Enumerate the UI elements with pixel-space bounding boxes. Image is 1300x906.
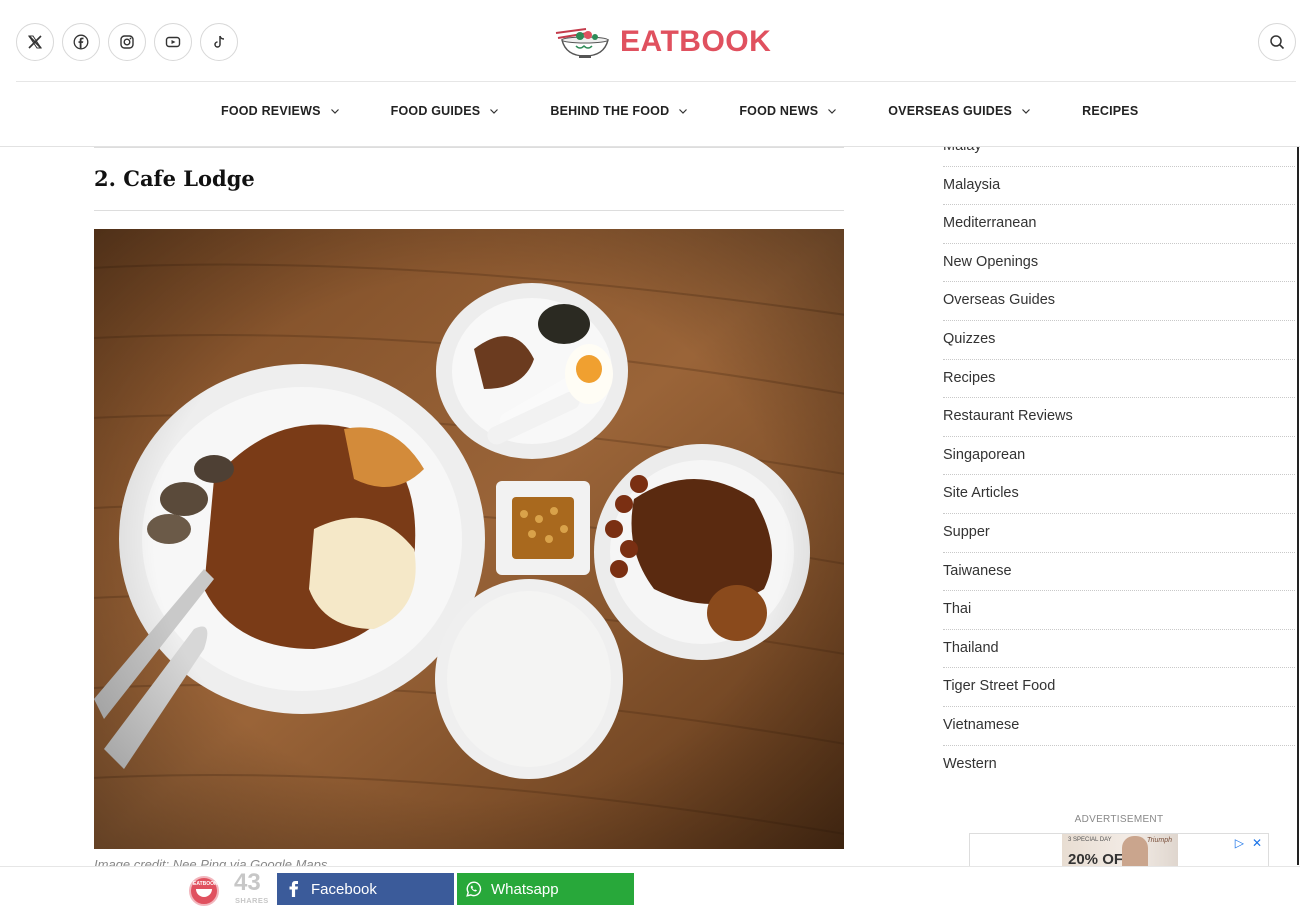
share-count-label: SHARES xyxy=(235,896,269,905)
advertisement-label: ADVERTISEMENT xyxy=(1074,814,1164,825)
share-count: 43 xyxy=(234,869,261,896)
ad-controls: ▷ ✕ xyxy=(1235,836,1262,850)
sidebar-item-mediterranean[interactable]: Mediterranean xyxy=(943,205,1295,244)
x-icon[interactable] xyxy=(16,23,54,61)
chevron-down-icon xyxy=(828,109,837,114)
sidebar-item-western[interactable]: Western xyxy=(943,746,1295,785)
logo-bowl-icon xyxy=(555,28,609,58)
sidebar-item-taiwanese[interactable]: Taiwanese xyxy=(943,553,1295,592)
header-divider xyxy=(16,81,1296,82)
main-nav: FOOD REVIEWS FOOD GUIDES BEHIND THE FOOD… xyxy=(221,104,1138,118)
facebook-icon[interactable] xyxy=(62,23,100,61)
whatsapp-share-button[interactable]: Whatsapp xyxy=(457,873,634,905)
sidebar-item-overseas-guides[interactable]: Overseas Guides xyxy=(943,282,1295,321)
site-logo[interactable]: EATBOOK xyxy=(552,24,771,60)
tiktok-icon[interactable] xyxy=(200,23,238,61)
sidebar-item-tiger-street-food[interactable]: Tiger Street Food xyxy=(943,668,1295,707)
nav-label: BEHIND THE FOOD xyxy=(550,104,670,118)
sidebar-item-site-articles[interactable]: Site Articles xyxy=(943,475,1295,514)
sidebar-item-new-openings[interactable]: New Openings xyxy=(943,244,1295,283)
whatsapp-icon xyxy=(457,881,491,897)
chevron-down-icon xyxy=(679,109,688,114)
scroll-edge-line xyxy=(1297,147,1299,865)
nav-food-reviews[interactable]: FOOD REVIEWS xyxy=(221,104,340,118)
sidebar-item-quizzes[interactable]: Quizzes xyxy=(943,321,1295,360)
ad-choices-icon[interactable]: ▷ xyxy=(1235,836,1244,850)
ad-brand: Triumph xyxy=(1146,837,1172,844)
nav-label: FOOD GUIDES xyxy=(390,104,481,118)
social-links xyxy=(16,23,238,61)
sidebar-category-list: Malay Malaysia Mediterranean New Opening… xyxy=(943,128,1295,784)
sidebar-item-restaurant-reviews[interactable]: Restaurant Reviews xyxy=(943,398,1295,437)
food-photo xyxy=(94,229,844,849)
chevron-down-icon xyxy=(1022,109,1031,114)
whatsapp-share-label: Whatsapp xyxy=(491,880,559,898)
share-bar: EATBOOK 43 SHARES Facebook Whatsapp xyxy=(0,866,1300,906)
close-icon[interactable]: ✕ xyxy=(1252,836,1262,850)
nav-label: RECIPES xyxy=(1082,104,1139,118)
chevron-down-icon xyxy=(490,109,499,114)
chevron-down-icon xyxy=(330,109,339,114)
section-heading: 2. Cafe Lodge xyxy=(94,166,255,191)
facebook-share-button[interactable]: Facebook xyxy=(277,873,454,905)
nav-behind-the-food[interactable]: BEHIND THE FOOD xyxy=(550,104,688,118)
ad-text-small: 3 SPECIAL DAY xyxy=(1068,837,1112,843)
sidebar-item-thailand[interactable]: Thailand xyxy=(943,630,1295,669)
sidebar-item-singaporean[interactable]: Singaporean xyxy=(943,437,1295,476)
section-rule xyxy=(94,210,844,211)
nav-food-guides[interactable]: FOOD GUIDES xyxy=(391,104,500,118)
avatar-logo-text: EATBOOK xyxy=(193,881,218,887)
facebook-share-label: Facebook xyxy=(311,880,377,898)
eatbook-avatar: EATBOOK xyxy=(189,876,219,906)
nav-food-news[interactable]: FOOD NEWS xyxy=(739,104,837,118)
sidebar-item-malaysia[interactable]: Malaysia xyxy=(943,167,1295,206)
facebook-icon xyxy=(277,881,311,897)
nav-label: FOOD REVIEWS xyxy=(221,104,321,118)
nav-label: FOOD NEWS xyxy=(739,104,819,118)
site-header: EATBOOK FOOD REVIEWS FOOD GUIDES BEHIND … xyxy=(0,0,1300,147)
header-bottom-border xyxy=(0,146,1300,147)
search-icon xyxy=(1270,35,1285,50)
section-rule xyxy=(94,147,844,148)
sidebar-item-thai[interactable]: Thai xyxy=(943,591,1295,630)
avatar-bowl-icon xyxy=(196,889,212,897)
nav-label: OVERSEAS GUIDES xyxy=(888,104,1013,118)
nav-overseas-guides[interactable]: OVERSEAS GUIDES xyxy=(888,104,1031,118)
sidebar-item-recipes[interactable]: Recipes xyxy=(943,360,1295,399)
sidebar-item-supper[interactable]: Supper xyxy=(943,514,1295,553)
instagram-icon[interactable] xyxy=(108,23,146,61)
logo-text: EATBOOK xyxy=(620,25,772,58)
search-button[interactable] xyxy=(1258,23,1296,61)
sidebar-item-vietnamese[interactable]: Vietnamese xyxy=(943,707,1295,746)
nav-recipes[interactable]: RECIPES xyxy=(1082,104,1138,118)
youtube-icon[interactable] xyxy=(154,23,192,61)
